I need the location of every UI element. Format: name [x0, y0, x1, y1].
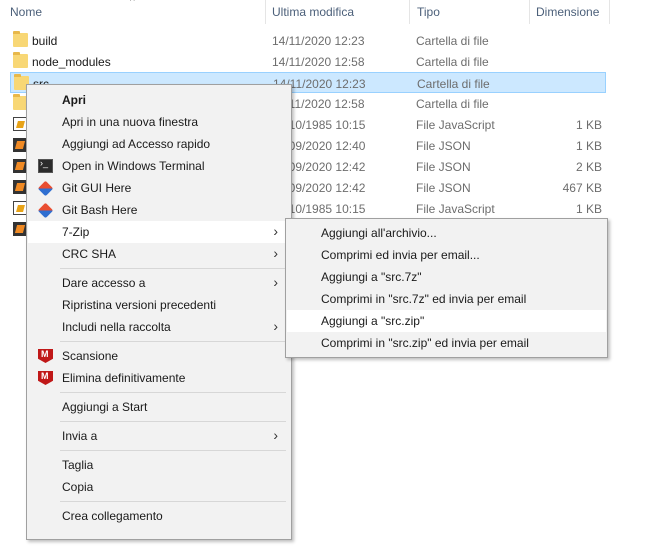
menu-item-crc-sha[interactable]: CRC SHA ›: [28, 243, 290, 265]
menu-item-open[interactable]: Apri: [28, 89, 290, 111]
file-type: File JSON: [416, 139, 471, 153]
git-icon: [37, 202, 54, 219]
menu-item-scan[interactable]: Scansione: [28, 345, 290, 367]
submenu-item-label: Comprimi in "src.zip" ed invia per email: [321, 336, 529, 350]
menu-item-git-bash[interactable]: Git Bash Here: [28, 199, 290, 221]
mcafee-shield-icon: [38, 371, 53, 385]
menu-separator: [60, 392, 286, 393]
menu-item-add-to-start[interactable]: Aggiungi a Start: [28, 396, 290, 418]
submenu-item-compress-email[interactable]: Comprimi ed invia per email...: [287, 244, 606, 266]
file-name: build: [32, 34, 58, 48]
submenu-item-add-zip[interactable]: Aggiungi a "src.zip": [287, 310, 606, 332]
menu-item-label: Aggiungi ad Accesso rapido: [62, 137, 211, 151]
menu-item-label: Crea collegamento: [62, 509, 163, 523]
column-name[interactable]: Nome: [10, 5, 42, 19]
file-type: File JSON: [416, 181, 471, 195]
file-size: 2 KB: [575, 160, 602, 174]
file-type: Cartella di file: [416, 34, 489, 48]
chevron-right-icon: ›: [273, 223, 278, 239]
menu-item-add-quick-access[interactable]: Aggiungi ad Accesso rapido: [28, 133, 290, 155]
column-header: Nome ^ Ultima modifica Tipo Dimensione: [0, 0, 646, 24]
chevron-right-icon: ›: [273, 318, 278, 334]
column-type[interactable]: Tipo: [417, 5, 440, 19]
terminal-icon: [38, 158, 53, 173]
menu-item-label: Taglia: [62, 458, 94, 472]
menu-item-label: Invia a: [62, 429, 98, 443]
file-type: Cartella di file: [416, 97, 489, 111]
file-row[interactable]: node_modules 14/11/2020 12:58 Cartella d…: [10, 51, 606, 72]
menu-item-label: Copia: [62, 480, 94, 494]
menu-item-delete-permanently[interactable]: Elimina definitivamente: [28, 367, 290, 389]
menu-item-git-gui[interactable]: Git GUI Here: [28, 177, 290, 199]
file-size: 1 KB: [575, 118, 602, 132]
submenu-item-label: Comprimi ed invia per email...: [321, 248, 480, 262]
submenu-item-add-archive[interactable]: Aggiungi all'archivio...: [287, 222, 606, 244]
menu-item-label: Open in Windows Terminal: [62, 159, 205, 173]
menu-item-label: Aggiungi a Start: [62, 400, 148, 414]
menu-item-create-shortcut[interactable]: Crea collegamento: [28, 505, 290, 527]
menu-item-open-new-window[interactable]: Apri in una nuova finestra: [28, 111, 290, 133]
sort-caret-icon: ^: [130, 0, 135, 7]
menu-separator: [60, 341, 286, 342]
file-type: Cartella di file: [416, 55, 489, 69]
mcafee-shield-icon: [38, 349, 53, 363]
folder-icon: [13, 31, 28, 47]
column-divider[interactable]: [265, 0, 266, 24]
menu-item-label: 7-Zip: [62, 225, 90, 239]
file-size: 467 KB: [562, 181, 602, 195]
file-size: 1 KB: [575, 202, 602, 216]
menu-item-label: Elimina definitivamente: [62, 371, 186, 385]
menu-item-label: Git Bash Here: [62, 203, 138, 217]
menu-item-copy[interactable]: Copia: [28, 476, 290, 498]
menu-item-cut[interactable]: Taglia: [28, 454, 290, 476]
column-size[interactable]: Dimensione: [536, 5, 599, 19]
menu-item-label: Includi nella raccolta: [62, 320, 171, 334]
column-divider[interactable]: [529, 0, 530, 24]
menu-item-label: Apri in una nuova finestra: [62, 115, 199, 129]
file-row[interactable]: build 14/11/2020 12:23 Cartella di file: [10, 30, 606, 51]
column-divider[interactable]: [609, 0, 610, 24]
menu-item-label: Dare accesso a: [62, 276, 146, 290]
folder-icon: [13, 52, 28, 68]
menu-item-open-terminal[interactable]: Open in Windows Terminal: [28, 155, 290, 177]
menu-item-label: Scansione: [62, 349, 119, 363]
file-type: File JSON: [416, 160, 471, 174]
menu-separator: [60, 268, 286, 269]
column-modified[interactable]: Ultima modifica: [272, 5, 354, 19]
file-date: 14/11/2020 12:23: [272, 34, 365, 48]
menu-item-label: CRC SHA: [62, 247, 117, 261]
file-date: 14/11/2020 12:58: [272, 55, 365, 69]
menu-separator: [60, 501, 286, 502]
file-type: File JavaScript: [416, 118, 495, 132]
file-type: File JavaScript: [416, 202, 495, 216]
context-menu: Apri Apri in una nuova finestra Aggiungi…: [26, 84, 292, 540]
submenu-item-compress-7z-email[interactable]: Comprimi in "src.7z" ed invia per email: [287, 288, 606, 310]
chevron-right-icon: ›: [273, 245, 278, 261]
submenu-item-label: Aggiungi a "src.zip": [321, 314, 425, 328]
submenu-item-add-7z[interactable]: Aggiungi a "src.7z": [287, 266, 606, 288]
menu-item-label: Ripristina versioni precedenti: [62, 298, 217, 312]
menu-item-send-to[interactable]: Invia a ›: [28, 425, 290, 447]
menu-separator: [60, 450, 286, 451]
menu-item-label: Apri: [62, 93, 86, 107]
menu-item-7zip[interactable]: 7-Zip ›: [28, 221, 290, 243]
menu-item-label: Git GUI Here: [62, 181, 132, 195]
chevron-right-icon: ›: [273, 274, 278, 290]
file-type: Cartella di file: [417, 77, 490, 91]
submenu-7zip: Aggiungi all'archivio... Comprimi ed inv…: [285, 218, 608, 358]
file-size: 1 KB: [575, 139, 602, 153]
menu-item-give-access[interactable]: Dare accesso a ›: [28, 272, 290, 294]
submenu-item-label: Comprimi in "src.7z" ed invia per email: [321, 292, 527, 306]
menu-separator: [60, 421, 286, 422]
chevron-right-icon: ›: [273, 427, 278, 443]
submenu-item-label: Aggiungi all'archivio...: [321, 226, 437, 240]
file-name: node_modules: [32, 55, 111, 69]
submenu-item-label: Aggiungi a "src.7z": [321, 270, 422, 284]
submenu-item-compress-zip-email[interactable]: Comprimi in "src.zip" ed invia per email: [287, 332, 606, 354]
git-icon: [37, 180, 54, 197]
menu-item-include-library[interactable]: Includi nella raccolta ›: [28, 316, 290, 338]
menu-item-restore-versions[interactable]: Ripristina versioni precedenti: [28, 294, 290, 316]
column-divider[interactable]: [409, 0, 410, 24]
